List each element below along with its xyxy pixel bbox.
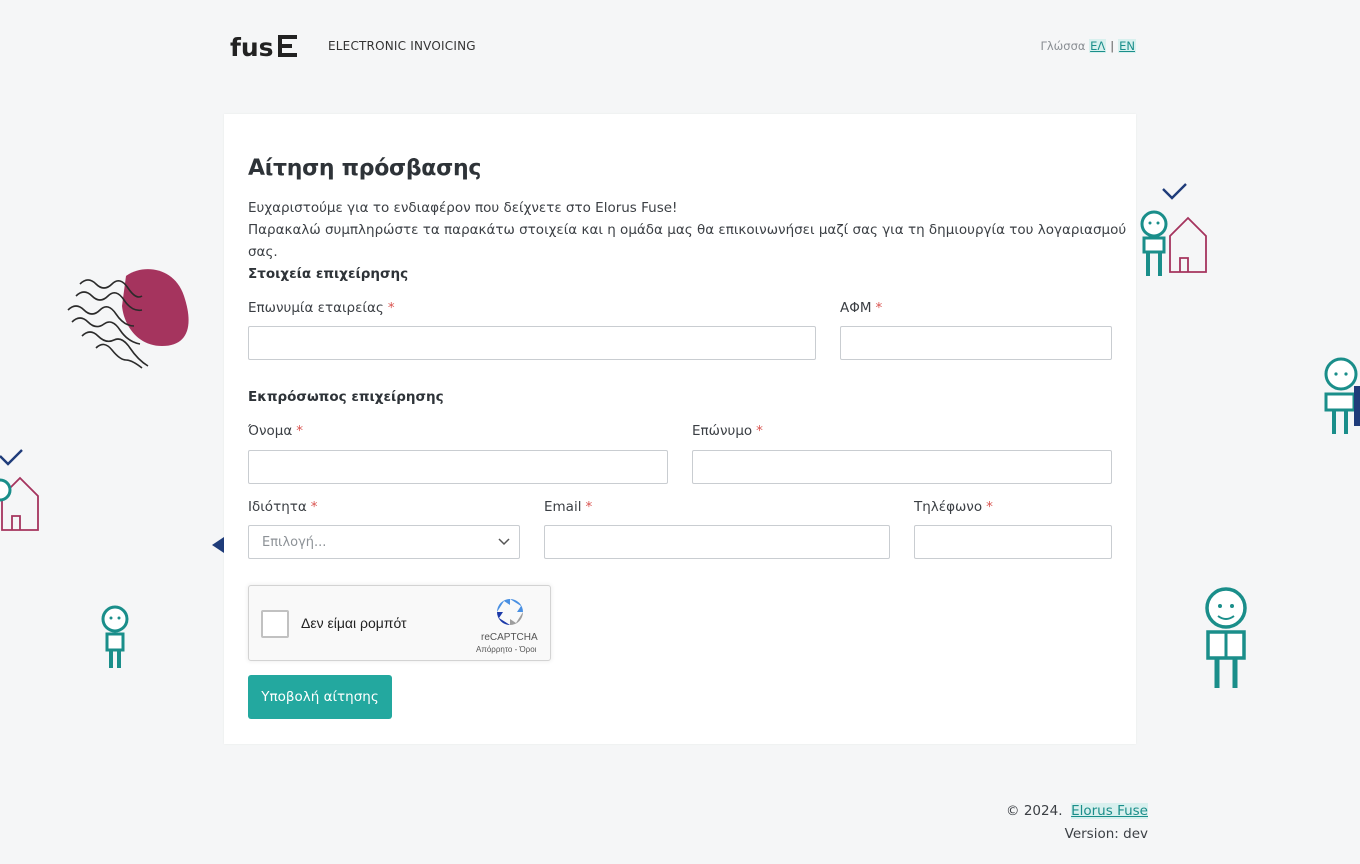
role-label: Ιδιότητα *	[248, 499, 318, 515]
recaptcha-brand: reCAPTCHA	[481, 632, 538, 643]
required-mark: *	[875, 300, 883, 316]
recaptcha-text: Δεν είμαι ρομπότ	[301, 615, 407, 631]
svg-text:fus: fus	[230, 33, 274, 62]
person-illustration-right	[1324, 357, 1360, 434]
required-mark: *	[310, 499, 318, 515]
first-name-label: Όνομα *	[248, 423, 304, 439]
required-mark: *	[387, 300, 395, 316]
copyright-text: © 2024.	[1006, 803, 1063, 819]
first-name-input[interactable]	[248, 450, 668, 484]
vat-input[interactable]	[840, 326, 1112, 360]
top-bar: fus ELECTRONIC INVOICING Γλώσσα ΕΛ | EN	[0, 0, 1360, 92]
last-name-input[interactable]	[692, 450, 1112, 484]
last-name-label: Επώνυμο *	[692, 423, 763, 439]
required-mark: *	[585, 499, 593, 515]
language-option-el[interactable]: ΕΛ	[1089, 39, 1107, 53]
person-illustration-bottom-right	[1205, 587, 1247, 688]
page-title: Αίτηση πρόσβασης	[248, 156, 482, 181]
elorus-fuse-link[interactable]: Elorus Fuse	[1071, 803, 1148, 819]
phone-input[interactable]	[914, 525, 1112, 559]
required-mark: *	[986, 499, 993, 515]
role-select[interactable]: Επιλογή...	[248, 525, 520, 559]
recaptcha-logo-icon	[497, 599, 523, 625]
recaptcha-widget: Δεν είμαι ρομπότ reCAPTCHA Απόρρητο - Όρ…	[248, 585, 551, 661]
language-switcher: Γλώσσα ΕΛ | EN	[1040, 39, 1136, 53]
chevron-down-icon	[498, 538, 510, 546]
intro-text: Ευχαριστούμε για το ενδιαφέρον που δείχν…	[248, 197, 1136, 263]
access-request-card: Αίτηση πρόσβασης Ευχαριστούμε για το ενδ…	[224, 114, 1136, 744]
recaptcha-checkbox[interactable]	[261, 610, 289, 638]
triangle-decoration	[212, 537, 224, 553]
vat-label: ΑΦΜ *	[840, 300, 883, 316]
required-mark: *	[756, 423, 763, 439]
email-label: Email *	[544, 499, 593, 515]
company-name-input[interactable]	[248, 326, 816, 360]
language-label: Γλώσσα	[1040, 39, 1086, 53]
language-option-en[interactable]: EN	[1118, 39, 1136, 53]
person-house-illustration	[1140, 183, 1207, 276]
business-section-heading: Στοιχεία επιχείρησης	[248, 266, 409, 282]
app-name: ELECTRONIC INVOICING	[328, 39, 476, 53]
submit-request-button[interactable]: Υποβολή αίτησης	[248, 675, 392, 719]
role-select-placeholder: Επιλογή...	[262, 535, 327, 550]
company-name-label: Επωνυμία εταιρείας *	[248, 300, 395, 316]
footer-version: Version: dev	[1064, 826, 1148, 842]
email-input[interactable]	[544, 525, 890, 559]
language-separator: |	[1110, 39, 1115, 53]
house-illustration-left	[0, 449, 39, 531]
recaptcha-links[interactable]: Απόρρητο - Όροι	[476, 645, 536, 654]
fuse-logo[interactable]: fus	[229, 30, 299, 62]
jellyfish-illustration	[67, 269, 189, 369]
footer-copyright: © 2024. Elorus Fuse	[1006, 803, 1148, 819]
intro-line-1: Ευχαριστούμε για το ενδιαφέρον που δείχν…	[248, 200, 678, 216]
person-illustration-left	[101, 605, 129, 668]
representative-section-heading: Εκπρόσωπος επιχείρησης	[248, 389, 444, 405]
intro-line-2: Παρακαλώ συμπληρώστε τα παρακάτω στοιχεί…	[248, 222, 1127, 260]
required-mark: *	[296, 423, 304, 439]
phone-label: Τηλέφωνο *	[914, 499, 993, 515]
